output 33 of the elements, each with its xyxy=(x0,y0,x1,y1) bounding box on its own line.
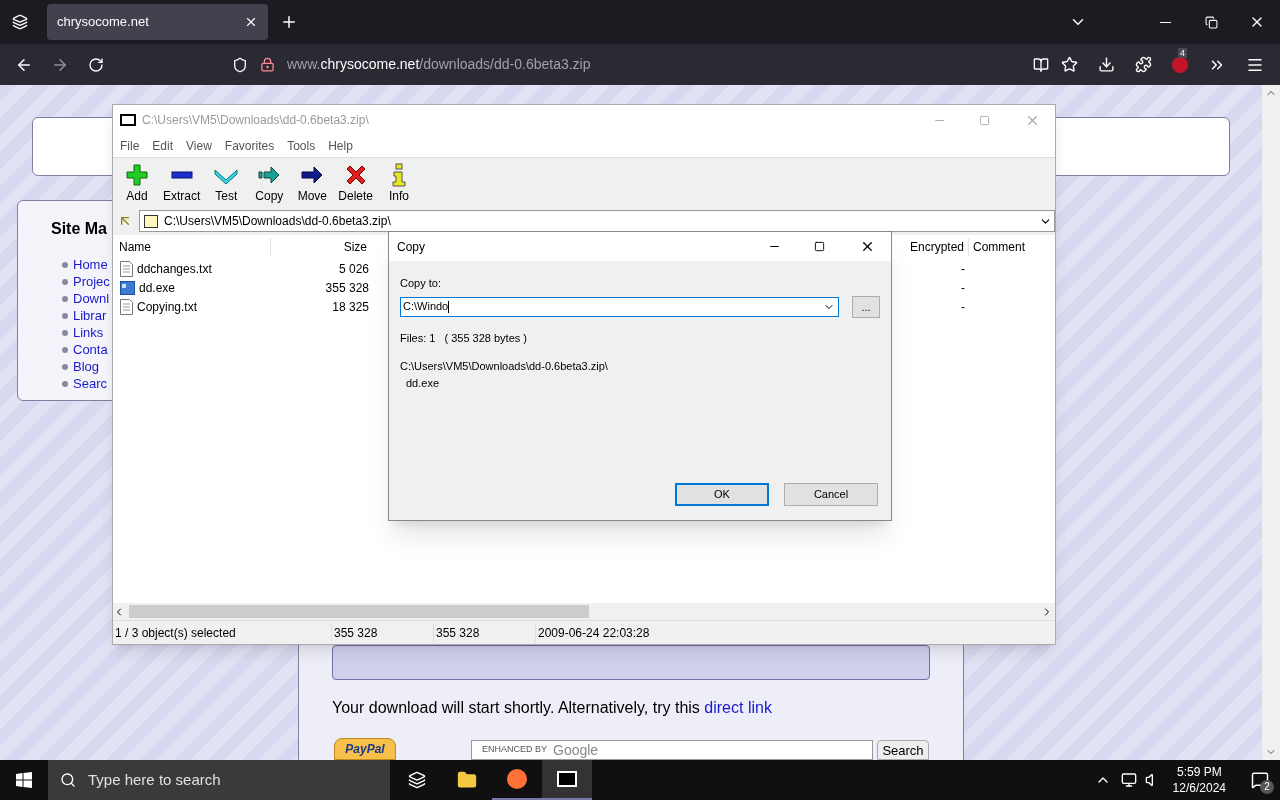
source-path: C:\Users\VM5\Downloads\dd-0.6beta3.zip\ xyxy=(400,359,609,374)
tab-title: chrysocome.net xyxy=(57,13,149,32)
file-name: dd.exe xyxy=(139,279,176,297)
status-text: 355 328 xyxy=(433,623,535,642)
encrypted-cell-text: - xyxy=(960,260,965,278)
encrypted-cell-text: - xyxy=(960,298,965,316)
notification-count: 2 xyxy=(1260,780,1274,794)
field-label: Copy to: xyxy=(400,276,442,291)
file-size: 355 328 xyxy=(324,279,369,297)
path-text: C:\Users\VM5\Downloads\dd-0.6beta3.zip\ xyxy=(164,213,391,230)
search-placeholder: Type here to search xyxy=(88,769,221,790)
files-size: ( 355 328 bytes ) xyxy=(444,330,528,346)
source-file: dd.exe xyxy=(406,375,441,391)
file-size: 18 325 xyxy=(331,298,369,316)
destination-value: C:\Windo xyxy=(403,299,449,315)
window-title: C:\Users\VM5\Downloads\dd-0.6beta3.zip\ xyxy=(142,112,369,129)
files-count: Files: 1 xyxy=(400,330,436,346)
google-text: Google xyxy=(553,740,599,760)
extension-badge: 4 xyxy=(1178,47,1187,58)
status-text: 2009-06-24 22:03:28 xyxy=(535,623,650,642)
file-size: 5 026 xyxy=(337,260,369,278)
clock-date: 12/6/2024 xyxy=(1172,780,1226,796)
enhanced-by-text: ENHANCED BY xyxy=(482,743,547,757)
status-text: 1 / 3 object(s) selected xyxy=(114,624,237,642)
file-name: ddchanges.txt xyxy=(137,260,212,278)
encrypted-cell-text: - xyxy=(960,279,965,297)
file-name: Copying.txt xyxy=(137,298,198,316)
site-map-title: Site Ma xyxy=(51,219,107,239)
clock-time: 5:59 PM xyxy=(1176,764,1222,780)
status-text: 355 328 xyxy=(331,623,433,642)
dialog-title: Copy xyxy=(397,238,425,256)
url-text: www.chrysocome.net/downloads/dd-0.6beta3.zip xyxy=(287,55,591,74)
download-notice: Your download will start shortly. Alternatively, try this direct link xyxy=(332,698,773,718)
